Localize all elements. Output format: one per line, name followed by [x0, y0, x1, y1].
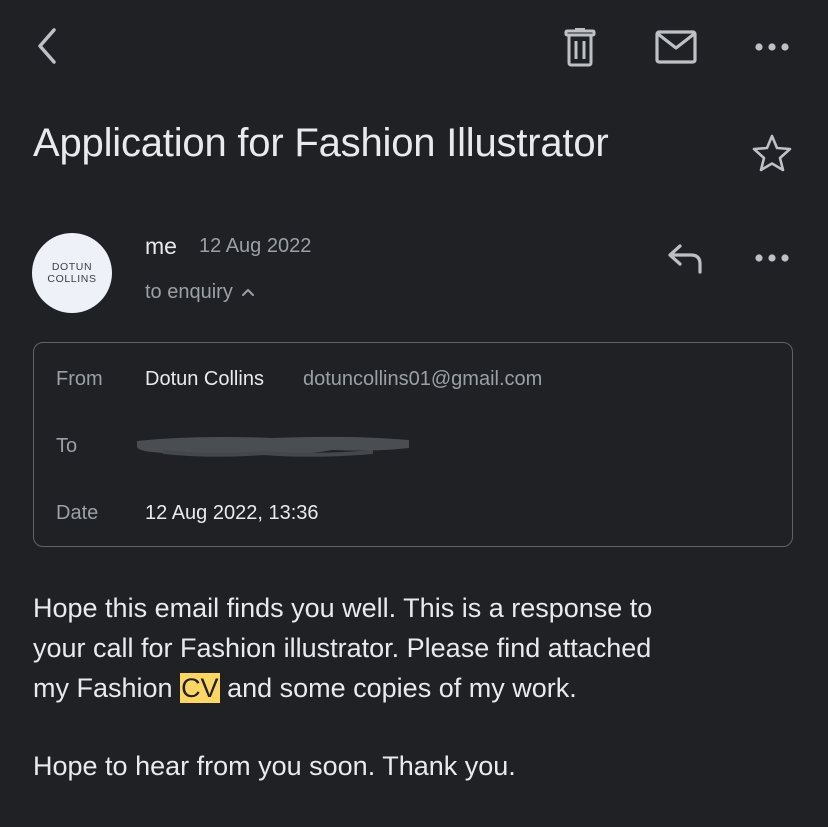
delete-button[interactable] — [556, 24, 604, 70]
star-button[interactable] — [746, 128, 798, 178]
body-line-3-post: and some copies of my work. — [219, 673, 577, 703]
message-more-button[interactable] — [748, 241, 796, 275]
reply-icon — [668, 244, 702, 274]
redacted-recipient — [137, 436, 409, 457]
from-email[interactable]: dotuncollins01@gmail.com — [303, 365, 542, 393]
send-date: 12 Aug 2022 — [199, 235, 312, 257]
chevron-up-icon — [241, 287, 255, 297]
date-label: Date — [56, 502, 99, 524]
from-name: Dotun Collins — [145, 368, 264, 390]
trash-icon — [564, 28, 596, 67]
more-horizontal-icon — [755, 254, 789, 262]
body-line-3-pre: my Fashion — [33, 673, 181, 703]
body-line-1: Hope this email finds you well. This is … — [33, 593, 653, 623]
back-button[interactable] — [22, 22, 70, 70]
more-options-button[interactable] — [748, 30, 796, 64]
star-outline-icon — [752, 134, 792, 172]
chevron-left-icon — [38, 28, 56, 64]
mark-unread-button[interactable] — [652, 26, 700, 68]
avatar-text-line1: DOTUN — [51, 261, 93, 273]
date-value: 12 Aug 2022, 13:36 — [145, 502, 319, 524]
reply-button[interactable] — [660, 236, 710, 280]
from-label: From — [56, 368, 103, 390]
recipient-toggle[interactable]: to enquiry — [145, 278, 255, 306]
body-paragraph-2: Hope to hear from you soon. Thank you. — [33, 751, 516, 781]
sender-name: me — [145, 233, 177, 259]
search-highlight: CV — [180, 673, 220, 703]
to-label: To — [56, 435, 78, 457]
sender-avatar[interactable]: DOTUN COLLINS — [32, 233, 112, 313]
avatar-text-line2: COLLINS — [47, 273, 97, 285]
email-subject: Application for Fashion Illustrator — [33, 121, 609, 165]
body-line-2: your call for Fashion illustrator. Pleas… — [33, 633, 652, 663]
body-line-3: my Fashion CV and some copies of my work… — [33, 668, 803, 708]
mail-icon — [655, 30, 697, 64]
recipient-summary: to enquiry — [145, 281, 233, 303]
more-horizontal-icon — [755, 43, 789, 51]
